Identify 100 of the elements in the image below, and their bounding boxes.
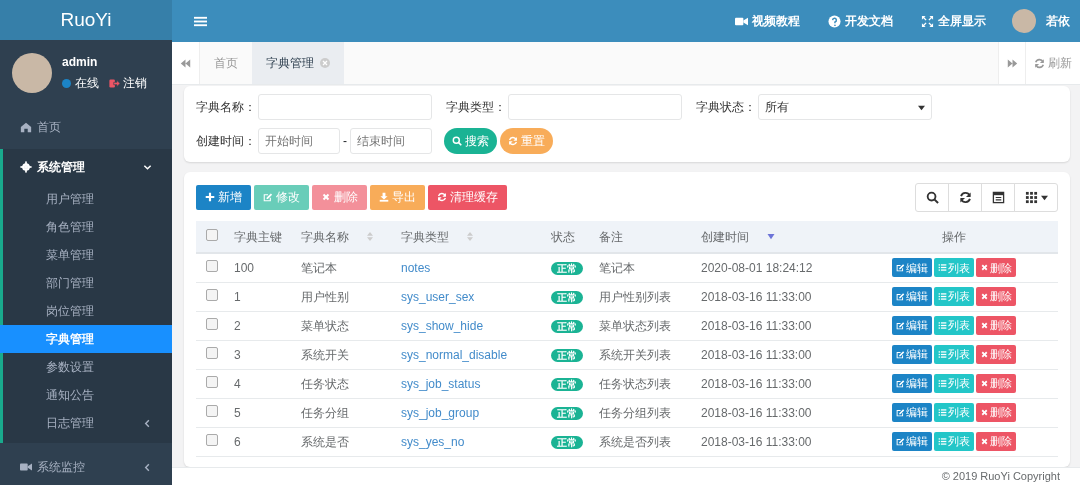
submenu-item[interactable]: 部门管理 xyxy=(3,269,172,297)
select-all-checkbox[interactable] xyxy=(206,228,218,241)
list-button[interactable]: 列表 xyxy=(934,374,974,393)
caret-icon xyxy=(918,103,925,111)
table-cell: 笔记本 xyxy=(599,260,635,275)
nav-link[interactable]: 开发文档 xyxy=(828,12,893,30)
list-button[interactable]: 列表 xyxy=(934,258,974,278)
list-button[interactable]: 列表 xyxy=(934,345,974,364)
list-button[interactable]: 列表 xyxy=(934,316,974,335)
add-button[interactable]: 新增 xyxy=(196,184,251,210)
row-checkbox[interactable] xyxy=(206,375,218,388)
dict-type-link[interactable]: notes xyxy=(401,260,431,275)
submenu-item[interactable]: 用户管理 xyxy=(3,185,172,213)
dict-type-link[interactable]: sys_user_sex xyxy=(401,289,475,304)
refresh-button[interactable]: 刷新 xyxy=(1026,42,1080,84)
x-icon xyxy=(980,379,989,388)
search-button[interactable]: 搜索 xyxy=(444,128,497,154)
submenu-item[interactable]: 字典管理 xyxy=(0,325,172,353)
input-field[interactable] xyxy=(258,94,432,120)
status-badge: 正常 xyxy=(551,406,583,420)
delete-button[interactable]: 删除 xyxy=(976,432,1016,451)
columns-button[interactable] xyxy=(981,182,1015,212)
delete-button[interactable]: 删除 xyxy=(976,345,1016,364)
row-checkbox[interactable] xyxy=(206,317,218,330)
nav-link[interactable]: 视频教程 xyxy=(735,12,800,30)
sort-desc-icon[interactable] xyxy=(767,233,775,240)
delete-button[interactable]: 删除 xyxy=(976,316,1016,335)
row-checkbox[interactable] xyxy=(206,433,218,446)
submenu-item[interactable]: 日志管理 xyxy=(3,409,172,437)
submenu-item[interactable]: 参数设置 xyxy=(3,353,172,381)
scroll-right-button[interactable] xyxy=(998,42,1026,84)
dict-type-link[interactable]: sys_yes_no xyxy=(401,434,465,449)
table-cell: 2018-03-16 11:33:00 xyxy=(701,289,812,304)
submenu-item[interactable]: 菜单管理 xyxy=(3,241,172,269)
refresh-button[interactable] xyxy=(948,182,982,212)
menu-item[interactable]: 系统管理 xyxy=(3,149,172,185)
table-cell: 2018-03-16 11:33:00 xyxy=(701,318,812,333)
submenu-item[interactable]: 角色管理 xyxy=(3,213,172,241)
table-cell: 系统是否列表 xyxy=(599,434,671,449)
sort-icon[interactable] xyxy=(467,232,473,241)
edit-button[interactable]: 编辑 xyxy=(892,316,932,335)
delete-button[interactable]: 删除 xyxy=(976,287,1016,306)
delete-button[interactable]: 删除 xyxy=(976,403,1016,422)
submenu-item[interactable]: 岗位管理 xyxy=(3,297,172,325)
list-button[interactable]: 列表 xyxy=(934,403,974,422)
menu-item[interactable]: 首页 xyxy=(0,109,172,145)
download-icon xyxy=(379,192,389,202)
table-cell: 系统是否 xyxy=(301,434,349,449)
submenu-item[interactable]: 通知公告 xyxy=(3,381,172,409)
field-label: 创建时间： xyxy=(196,133,256,150)
column-header: 操作 xyxy=(942,228,966,246)
delete-button[interactable]: 删除 xyxy=(976,374,1016,393)
table-cell: 用户性别列表 xyxy=(599,289,671,304)
date-field[interactable]: 结束时间 xyxy=(350,128,432,154)
footer-text: © 2019 RuoYi Copyright xyxy=(172,467,1080,485)
menu-item[interactable]: 系统监控 xyxy=(0,449,172,485)
list-button[interactable]: 列表 xyxy=(934,432,974,451)
edit-button[interactable]: 编辑 xyxy=(892,287,932,306)
edit-button[interactable]: 编辑 xyxy=(892,258,932,278)
logout-link[interactable]: 注销 xyxy=(109,74,147,93)
tab[interactable]: 字典管理 xyxy=(252,42,344,84)
field-label: 字典类型： xyxy=(446,99,506,116)
user-menu[interactable]: 若依 xyxy=(1012,9,1070,33)
dict-type-link[interactable]: sys_job_group xyxy=(401,405,480,420)
scroll-left-button[interactable] xyxy=(172,42,200,84)
search-button[interactable] xyxy=(915,182,949,212)
double-right-arrow-icon xyxy=(1006,57,1018,69)
plus-icon xyxy=(205,192,215,202)
dict-type-link[interactable]: sys_show_hide xyxy=(401,318,484,333)
status-badge: 正常 xyxy=(551,435,583,449)
close-icon[interactable] xyxy=(320,58,330,68)
edit-button[interactable]: 编辑 xyxy=(892,345,932,364)
delete-button[interactable]: 删除 xyxy=(976,258,1016,278)
edit-button[interactable]: 编辑 xyxy=(892,403,932,422)
clear-cache-button[interactable]: 清理缓存 xyxy=(428,184,507,210)
row-checkbox[interactable] xyxy=(206,288,218,301)
table-cell: 2018-03-16 11:33:00 xyxy=(701,405,812,420)
list-button[interactable]: 列表 xyxy=(934,287,974,306)
row-checkbox[interactable] xyxy=(206,404,218,417)
field-label: 字典状态： xyxy=(696,99,756,116)
nav-link[interactable]: 全屏显示 xyxy=(921,12,986,30)
table-cell: 笔记本 xyxy=(301,260,337,275)
date-field[interactable]: 开始时间 xyxy=(258,128,340,154)
edit-button[interactable]: 编辑 xyxy=(892,374,932,393)
status-badge: 正常 xyxy=(551,319,583,333)
list-icon xyxy=(938,350,947,359)
table-icon xyxy=(991,190,1005,204)
dict-type-link[interactable]: sys_normal_disable xyxy=(401,347,508,362)
table-cell: 100 xyxy=(234,260,255,275)
input-field[interactable] xyxy=(508,94,682,120)
table-cell: 系统开关 xyxy=(301,347,349,362)
row-checkbox[interactable] xyxy=(206,346,218,359)
sort-icon[interactable] xyxy=(367,232,373,241)
status-select[interactable]: 所有 xyxy=(758,94,932,120)
row-checkbox[interactable] xyxy=(206,259,218,272)
tab[interactable]: 首页 xyxy=(200,42,252,84)
edit-button[interactable]: 编辑 xyxy=(892,432,932,451)
double-left-arrow-icon xyxy=(180,57,191,69)
column-toggle-button[interactable] xyxy=(1014,182,1058,212)
dict-type-link[interactable]: sys_job_status xyxy=(401,376,481,391)
